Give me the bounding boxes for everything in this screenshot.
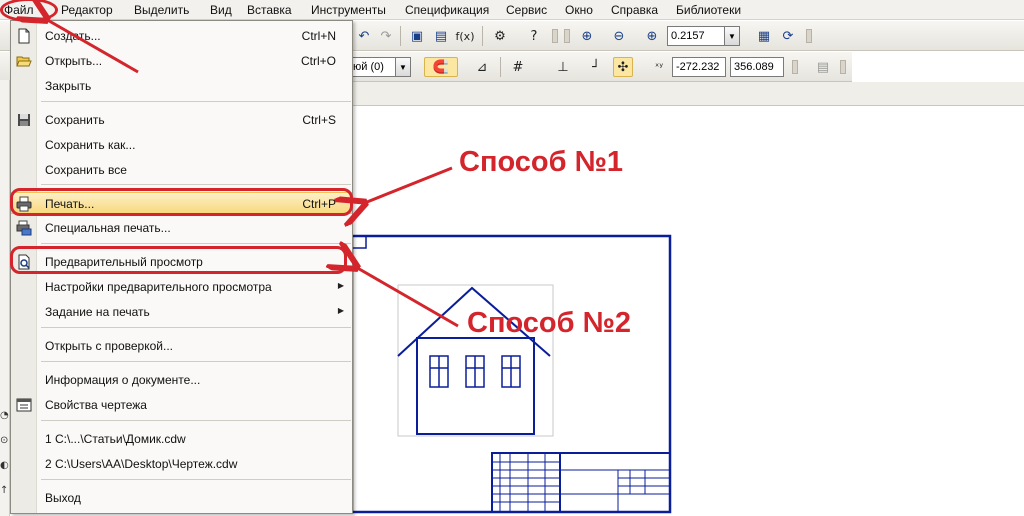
annotation-arrows — [0, 0, 459, 328]
method-1-label: Способ №1 — [459, 146, 624, 178]
method-2-label: Способ №2 — [467, 307, 632, 339]
arrow-to-file-menu — [44, 18, 139, 74]
arrow-method-2 — [354, 266, 459, 328]
arrow-method-1 — [362, 166, 453, 204]
